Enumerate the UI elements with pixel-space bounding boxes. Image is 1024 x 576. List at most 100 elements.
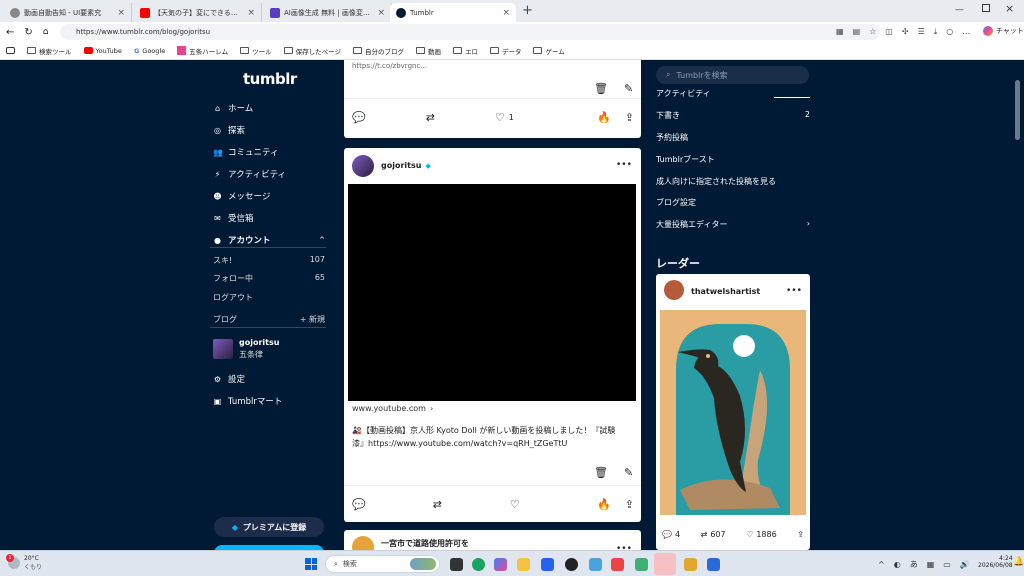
task-view-icon[interactable] xyxy=(450,558,463,571)
edit-icon[interactable]: ✎ xyxy=(624,466,633,479)
favorites-icon[interactable]: ☰ xyxy=(918,27,925,37)
grid-icon[interactable]: ▦ xyxy=(927,560,935,569)
radar-author[interactable]: thatwelshartist xyxy=(691,287,760,296)
close-window-icon[interactable]: × xyxy=(1005,2,1014,15)
close-tab-icon[interactable]: × xyxy=(377,8,385,18)
link-source[interactable]: www.youtube.com › xyxy=(352,404,433,413)
menu-mass-editor[interactable]: 大量投稿エディター › xyxy=(656,219,810,230)
extensions-icon[interactable]: ✣ xyxy=(902,27,909,37)
more-options-button[interactable]: ••• xyxy=(616,160,632,170)
close-tab-icon[interactable]: × xyxy=(247,8,255,18)
avatar[interactable] xyxy=(352,536,374,550)
reblog-icon[interactable]: ⇄ xyxy=(426,111,435,124)
bookmark-item[interactable]: YouTube xyxy=(83,47,122,55)
bookmark-item[interactable]: G Google xyxy=(134,47,165,55)
copilot-icon[interactable] xyxy=(494,558,507,571)
share-icon[interactable]: ⇪ xyxy=(625,498,634,511)
reader-icon[interactable]: ▤ xyxy=(853,27,861,37)
avatar[interactable] xyxy=(664,280,684,300)
search-input[interactable]: ⌕ Tumblrを検索 xyxy=(656,66,809,84)
edit-icon[interactable]: ✎ xyxy=(624,82,633,95)
network-icon[interactable]: ▭ xyxy=(943,560,951,569)
reblog-icon[interactable]: ⇄ xyxy=(433,498,442,511)
share-icon[interactable]: ⇪ xyxy=(797,530,804,539)
tab-1[interactable]: 動画自動告知 - UI要素究 × xyxy=(4,3,132,22)
copilot-button[interactable]: チャット xyxy=(983,26,1024,36)
notification-bell-icon[interactable]: 🔔 xyxy=(1013,557,1024,567)
address-field[interactable]: https://www.tumblr.com/blog/gojoritsu xyxy=(60,24,880,40)
app-icon[interactable] xyxy=(635,558,648,571)
nav-inbox[interactable]: ✉ 受信箱 xyxy=(213,212,325,225)
reply-icon[interactable]: 💬 xyxy=(352,498,366,511)
nav-community[interactable]: 👥 コミュニティ xyxy=(213,146,325,159)
reblog-button[interactable]: ⇄ 607 xyxy=(701,530,726,539)
nav-explore[interactable]: ◎ 探索 xyxy=(213,124,325,137)
nav-activity[interactable]: ⚡ アクティビティ xyxy=(213,168,325,181)
account-following[interactable]: フォロー中 65 xyxy=(213,273,325,284)
close-tab-icon[interactable]: × xyxy=(117,8,125,18)
bookmark-item[interactable]: ツール xyxy=(240,46,272,56)
bookmark-item[interactable]: 動画 xyxy=(415,46,441,56)
heart-icon[interactable]: ♡ xyxy=(510,498,520,511)
avatar[interactable] xyxy=(352,155,374,177)
bookmark-item[interactable]: 検索ツール xyxy=(27,46,72,56)
menu-scheduled[interactable]: 予約投稿 xyxy=(656,132,810,143)
app-icon[interactable]: ▦ xyxy=(836,27,844,37)
bookmark-item[interactable]: データ xyxy=(489,46,521,56)
minimize-icon[interactable]: — xyxy=(955,5,964,15)
like-button[interactable]: ♡ 1 xyxy=(495,111,514,124)
more-options-button[interactable]: ••• xyxy=(786,286,802,296)
menu-blog-settings[interactable]: ブログ設定 xyxy=(656,197,810,208)
reply-icon[interactable]: 💬 xyxy=(352,111,366,124)
bookmark-item[interactable]: ゲーム xyxy=(533,46,565,56)
delete-icon[interactable]: 🗑 xyxy=(594,82,608,95)
scrollbar-thumb[interactable] xyxy=(1015,80,1020,140)
nav-settings[interactable]: ⚙ 設定 xyxy=(213,373,325,386)
ime-indicator[interactable]: あ xyxy=(910,559,918,570)
maximize-icon[interactable] xyxy=(982,4,990,12)
tab-4-active[interactable]: Tumblr × xyxy=(390,3,516,22)
menu-mature[interactable]: 成人向けに指定された投稿を見る xyxy=(656,176,810,187)
delete-icon[interactable]: 🗑 xyxy=(594,466,608,479)
favorite-star-icon[interactable]: ☆ xyxy=(869,27,876,37)
volume-icon[interactable]: 🔊 xyxy=(960,560,970,569)
new-blog-button[interactable]: + 新規 xyxy=(300,314,325,325)
profile-icon[interactable]: ○ xyxy=(946,27,953,37)
blog-entry[interactable]: gojoritsu 五条律 xyxy=(213,338,279,360)
explorer-icon[interactable] xyxy=(517,558,530,571)
account-likes[interactable]: スキ! 107 xyxy=(213,255,325,266)
bookmark-item[interactable]: エロ xyxy=(452,46,478,56)
weather-widget[interactable]: 1 20°C くもり xyxy=(6,554,42,571)
clock[interactable]: 4:24 2026/06/08 xyxy=(978,555,1013,569)
account-logout[interactable]: ログアウト xyxy=(213,292,325,303)
reload-icon[interactable]: ↻ xyxy=(24,27,32,38)
app-icon[interactable] xyxy=(684,558,697,571)
bookmark-item[interactable]: 五条ハーレム xyxy=(177,46,228,56)
nav-mart[interactable]: ▣ Tumblrマート xyxy=(213,395,325,408)
more-icon[interactable]: … xyxy=(962,27,970,37)
nav-account[interactable]: ● アカウント ^ xyxy=(213,234,325,247)
split-icon[interactable]: ◫ xyxy=(885,27,893,37)
bookmark-item[interactable]: 保存したページ xyxy=(283,46,341,56)
reply-button[interactable]: 💬 4 xyxy=(662,530,680,539)
menu-boost[interactable]: Tumblrブースト xyxy=(656,154,810,165)
home-icon[interactable]: ⌂ xyxy=(43,27,49,37)
store-icon[interactable] xyxy=(541,558,554,571)
blaze-icon[interactable]: 🔥 xyxy=(597,111,611,124)
tab-3[interactable]: AI画像生成 無料 | 画像変換ができる × xyxy=(264,3,392,22)
nav-messages[interactable]: ☻ メッセージ xyxy=(213,190,325,203)
app-icon[interactable] xyxy=(707,558,720,571)
like-button[interactable]: ♡ 1886 xyxy=(746,530,777,539)
share-icon[interactable]: ⇪ xyxy=(625,111,634,124)
video-embed[interactable] xyxy=(348,184,636,401)
app-icon[interactable] xyxy=(565,558,578,571)
premium-button[interactable]: ◆ プレミアムに登録 xyxy=(214,517,324,537)
post-title[interactable]: 一宮市で道路使用許可を xyxy=(381,538,469,549)
taskbar-search[interactable]: ⌕ 検索 xyxy=(325,555,440,573)
collections-icon[interactable] xyxy=(6,47,15,54)
downloads-icon[interactable]: ⤓ xyxy=(934,27,938,37)
menu-drafts[interactable]: 下書き 2 xyxy=(656,110,810,121)
chevron-up-icon[interactable]: ^ xyxy=(878,560,885,569)
tab-2[interactable]: 【天気の子】変にできることはまだある? × xyxy=(134,3,262,22)
active-app-highlight[interactable] xyxy=(654,553,676,575)
